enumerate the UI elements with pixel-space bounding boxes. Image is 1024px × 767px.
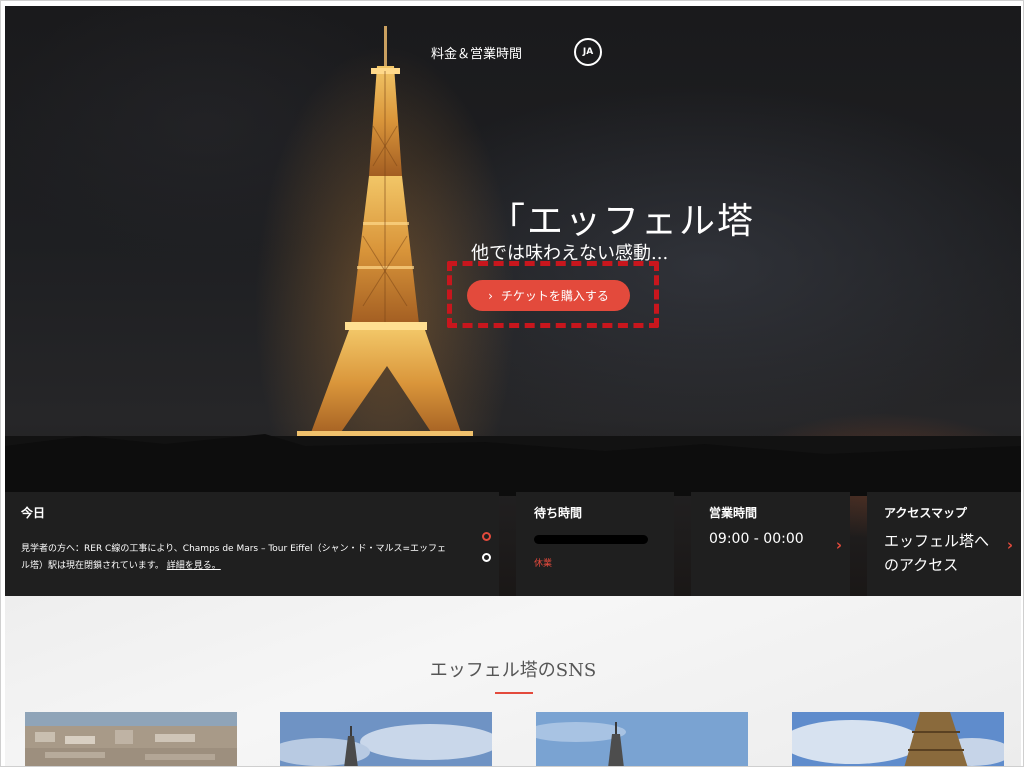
sns-photo-tower-closeup[interactable] <box>792 712 1004 766</box>
access-map-title: アクセスマップ <box>884 506 968 520</box>
carousel-dot[interactable] <box>482 553 491 562</box>
sns-title: エッフェル塔のSNS <box>429 660 597 681</box>
chevron-right-icon[interactable]: › <box>836 536 842 554</box>
opening-hours-value: 09:00 - 00:00 <box>709 531 804 547</box>
buy-ticket-button[interactable]: › チケットを購入する <box>467 280 630 311</box>
sns-photo-paris-cityscape[interactable] <box>25 712 237 766</box>
today-card: 今日 見学者の方へ：RER C線の工事により、Champs de Mars – … <box>5 492 499 596</box>
today-title: 今日 <box>21 506 46 520</box>
page: 料金＆営業時間 JA 「エッフェル塔 他では味わえない感動... › チケットを… <box>0 0 1024 767</box>
sns-section: エッフェル塔のSNS <box>5 596 1021 766</box>
wait-time-card[interactable]: 待ち時間 休業 <box>516 492 674 596</box>
access-map-text: エッフェル塔へのアクセス <box>884 532 990 574</box>
chevron-right-icon: › <box>488 288 493 303</box>
access-map-card[interactable]: アクセスマップ エッフェル塔へのアクセス › <box>867 492 1021 596</box>
buy-ticket-label: チケットを購入する <box>500 289 609 303</box>
language-selector[interactable]: JA <box>574 38 603 66</box>
carousel-dot-active[interactable] <box>482 532 491 541</box>
wait-time-title: 待ち時間 <box>534 506 583 520</box>
wait-status: 休業 <box>534 559 553 569</box>
rates-and-hours-link[interactable]: 料金＆営業時間 <box>431 43 522 62</box>
top-navigation: 料金＆営業時間 JA <box>431 38 603 66</box>
hero-title: 「エッフェル塔 <box>489 201 756 242</box>
details-link[interactable]: 詳細を見る。 <box>167 561 221 571</box>
sns-photo-tower-sky[interactable] <box>280 712 492 766</box>
title-underline <box>495 692 533 694</box>
wait-time-bar <box>534 535 648 544</box>
today-notice-text: 見学者の方へ：RER C線の工事により、Champs de Mars – Tou… <box>21 544 447 571</box>
sns-photo-tower-blue[interactable] <box>536 712 748 766</box>
chevron-right-icon[interactable]: › <box>1007 536 1013 554</box>
opening-hours-title: 営業時間 <box>709 506 758 520</box>
opening-hours-card[interactable]: 営業時間 09:00 - 00:00 › <box>691 492 850 596</box>
today-notice: 見学者の方へ：RER C線の工事により、Champs de Mars – Tou… <box>21 541 451 575</box>
